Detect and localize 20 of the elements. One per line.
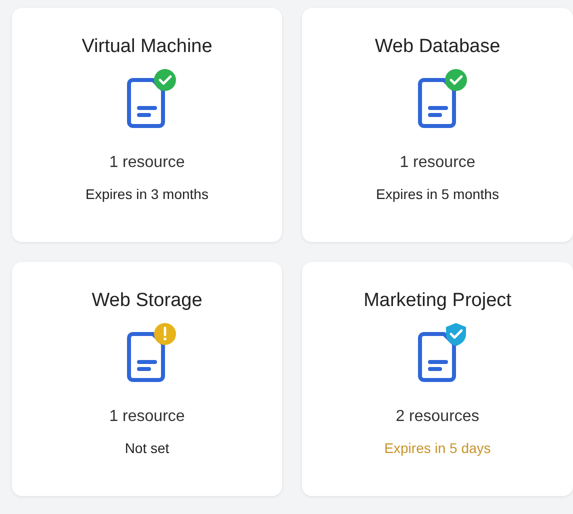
expiry-text: Expires in 5 days <box>384 440 491 456</box>
resource-card[interactable]: Web Storage 1 resource Not set <box>12 262 282 496</box>
resource-count: 1 resource <box>400 154 476 172</box>
resource-count: 2 resources <box>396 408 480 426</box>
resource-card[interactable]: Web Database 1 resource Expires in 5 months <box>302 8 573 242</box>
expiry-text: Expires in 3 months <box>86 186 208 202</box>
resource-count: 1 resource <box>109 408 185 426</box>
document-icon <box>127 332 165 382</box>
expiry-text: Expires in 5 months <box>376 186 499 202</box>
document-icon <box>418 78 456 128</box>
card-title: Marketing Project <box>364 290 512 312</box>
document-icon <box>127 78 165 128</box>
document-icon <box>418 332 456 382</box>
card-title: Virtual Machine <box>82 36 212 58</box>
expiry-text: Not set <box>124 440 170 456</box>
resource-card[interactable]: Marketing Project 2 resources Expires in 5 days <box>302 262 573 496</box>
card-title: Web Storage <box>92 290 202 312</box>
resource-count: 1 resource <box>109 154 185 172</box>
resource-card[interactable]: Virtual Machine 1 resource Expires in 3 months <box>12 8 282 242</box>
card-title: Web Database <box>374 36 500 58</box>
